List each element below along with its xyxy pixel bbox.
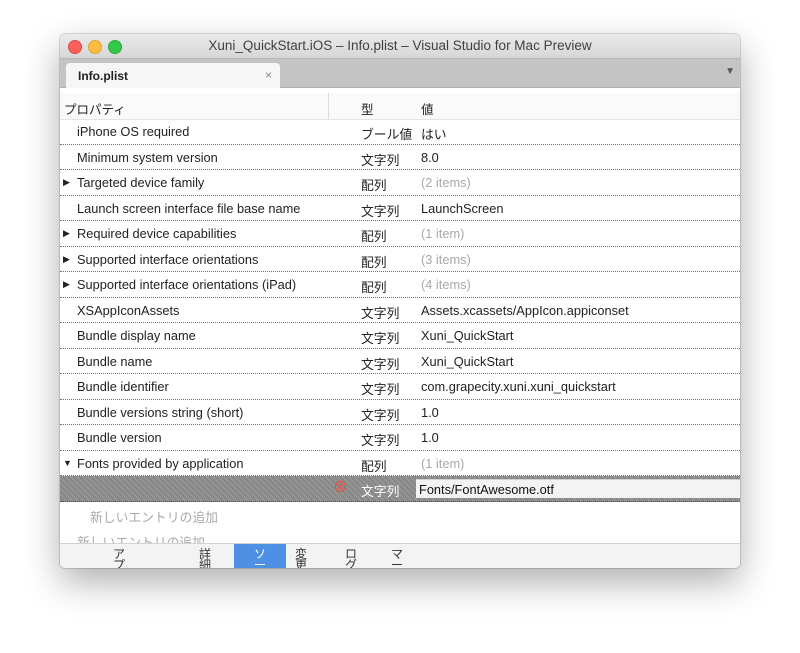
table-row[interactable]: Launch screen interface file base name 文字…: [60, 196, 740, 221]
title-bar[interactable]: Xuni_QuickStart.iOS – Info.plist – Visua…: [60, 34, 740, 59]
row-type[interactable]: 文字列: [361, 354, 399, 373]
column-header-property[interactable]: プロパティ: [64, 99, 126, 118]
row-key[interactable]: Bundle version: [77, 430, 162, 445]
table-row[interactable]: ▶ Targeted device family 配列 (2 items): [60, 170, 740, 196]
column-divider[interactable]: [328, 93, 329, 119]
table-row[interactable]: XSAppIconAssets 文字列 Assets.xcassets/AppIco…: [60, 298, 740, 323]
row-key[interactable]: Fonts provided by application: [77, 456, 243, 471]
table-row[interactable]: ▶ Supported interface orientations 配列 (3 it…: [60, 247, 740, 272]
table-row[interactable]: Bundle version 文字列 1.0: [60, 425, 740, 451]
bottom-tab-4[interactable]: ログ: [336, 544, 366, 568]
row-value[interactable]: 8.0: [421, 150, 439, 165]
ide-window: Xuni_QuickStart.iOS – Info.plist – Visua…: [60, 34, 740, 568]
add-entry-row-nested[interactable]: 新しいエントリの追加: [60, 502, 740, 527]
row-key[interactable]: Required device capabilities: [77, 226, 236, 241]
row-value[interactable]: (1 item): [421, 456, 464, 471]
window-title: Xuni_QuickStart.iOS – Info.plist – Visua…: [208, 38, 592, 53]
column-header-row: プロパティ 型 値: [60, 93, 740, 120]
row-type[interactable]: 配列: [361, 252, 387, 271]
bottom-tab-label: マー: [390, 547, 403, 568]
row-key[interactable]: Supported interface orientations: [77, 252, 258, 267]
row-value[interactable]: (3 items): [421, 252, 471, 267]
row-value[interactable]: 1.0: [421, 405, 439, 420]
add-entry-row[interactable]: 新しいエントリの追加: [60, 527, 740, 543]
bottom-tab-label: ソー: [253, 547, 266, 568]
row-value[interactable]: (1 item): [421, 226, 464, 241]
add-entry-label[interactable]: 新しいエントリの追加: [90, 507, 218, 526]
row-key[interactable]: iPhone OS required: [77, 124, 189, 139]
table-row[interactable]: Bundle versions string (short) 文字列 1.0: [60, 400, 740, 425]
row-key[interactable]: XSAppIconAssets: [77, 303, 179, 318]
disclosure-collapsed-icon[interactable]: ▶: [63, 177, 70, 188]
row-type[interactable]: 文字列: [361, 201, 399, 220]
row-value[interactable]: Assets.xcassets/AppIcon.appiconset: [421, 303, 629, 318]
table-row[interactable]: ▼ Fonts provided by application 配列 (1 item): [60, 451, 740, 476]
tab-list-dropdown-icon[interactable]: ▼: [725, 66, 735, 77]
row-type[interactable]: 配列: [361, 277, 387, 296]
bottom-tab-5[interactable]: マー: [382, 544, 412, 568]
row-value[interactable]: Xuni_QuickStart: [421, 328, 513, 343]
row-type[interactable]: 文字列: [361, 303, 399, 322]
row-value-input[interactable]: Fonts/FontAwesome.otf: [416, 479, 740, 498]
tab-info-plist[interactable]: Info.plist ×: [66, 63, 280, 88]
row-value[interactable]: (2 items): [421, 175, 471, 190]
bottom-tab-1[interactable]: 詳細: [190, 544, 220, 568]
disclosure-collapsed-icon[interactable]: ▶: [63, 279, 70, 290]
table-row[interactable]: Bundle identifier 文字列 com.grapecity.xuni.x…: [60, 374, 740, 400]
bottom-tab-label: アプ: [112, 547, 125, 568]
row-key[interactable]: Targeted device family: [77, 175, 204, 190]
row-key[interactable]: Bundle name: [77, 354, 152, 369]
bottom-tab-label: 変更: [294, 547, 307, 568]
add-entry-label[interactable]: 新しいエントリの追加: [77, 532, 205, 543]
plist-editor-grid: プロパティ 型 値 iPhone OS required ブール値 はい Minimu…: [60, 93, 740, 543]
row-type[interactable]: 文字列: [361, 481, 399, 500]
row-type[interactable]: 配列: [361, 226, 387, 245]
table-row[interactable]: Minimum system version 文字列 8.0: [60, 145, 740, 170]
row-key[interactable]: Bundle display name: [77, 328, 196, 343]
bottom-tab-label: ログ: [344, 547, 357, 568]
row-value[interactable]: Xuni_QuickStart: [421, 354, 513, 369]
disclosure-collapsed-icon[interactable]: ▶: [63, 228, 70, 239]
row-value[interactable]: LaunchScreen: [421, 201, 504, 216]
row-value[interactable]: はい: [421, 124, 447, 143]
bottom-tab-label: 詳細: [198, 547, 211, 568]
table-row[interactable]: Bundle name 文字列 Xuni_QuickStart: [60, 349, 740, 374]
column-header-value[interactable]: 値: [421, 99, 434, 118]
tab-label: Info.plist: [78, 69, 128, 83]
row-type[interactable]: 文字列: [361, 150, 399, 169]
table-row[interactable]: ▶ Required device capabilities 配列 (1 item): [60, 221, 740, 247]
row-value[interactable]: com.grapecity.xuni.xuni_quickstart: [421, 379, 616, 394]
table-row-selected[interactable]: 文字列 Fonts/FontAwesome.otf: [60, 476, 740, 502]
remove-circle-icon[interactable]: [335, 481, 346, 492]
row-key[interactable]: Minimum system version: [77, 150, 218, 165]
row-type[interactable]: 文字列: [361, 405, 399, 424]
row-type[interactable]: 配列: [361, 456, 387, 475]
row-value[interactable]: 1.0: [421, 430, 439, 445]
row-type[interactable]: 文字列: [361, 328, 399, 347]
editor-bottom-tab-bar: アプ 詳細 ソー 変更 ログ マー: [60, 543, 740, 568]
table-row[interactable]: Bundle display name 文字列 Xuni_QuickStart: [60, 323, 740, 349]
disclosure-collapsed-icon[interactable]: ▶: [63, 254, 70, 265]
row-type[interactable]: 配列: [361, 175, 387, 194]
bottom-tab-0[interactable]: アプ: [104, 544, 134, 568]
row-type[interactable]: ブール値: [361, 124, 412, 143]
document-tab-bar: Info.plist × ▼: [60, 59, 740, 88]
column-header-type[interactable]: 型: [361, 99, 374, 118]
row-key[interactable]: Bundle identifier: [77, 379, 169, 394]
row-key[interactable]: Bundle versions string (short): [77, 405, 243, 420]
table-row[interactable]: ▶ Supported interface orientations (iPad)…: [60, 272, 740, 298]
bottom-tab-2[interactable]: ソー: [234, 544, 286, 568]
row-key[interactable]: Supported interface orientations (iPad): [77, 277, 296, 292]
row-key[interactable]: Launch screen interface file base name: [77, 201, 300, 216]
table-row[interactable]: iPhone OS required ブール値 はい: [60, 119, 740, 145]
row-value[interactable]: (4 items): [421, 277, 471, 292]
disclosure-expanded-icon[interactable]: ▼: [63, 458, 72, 468]
row-type[interactable]: 文字列: [361, 379, 399, 398]
bottom-tab-3[interactable]: 変更: [286, 544, 316, 568]
tab-close-icon[interactable]: ×: [265, 68, 272, 82]
row-type[interactable]: 文字列: [361, 430, 399, 449]
